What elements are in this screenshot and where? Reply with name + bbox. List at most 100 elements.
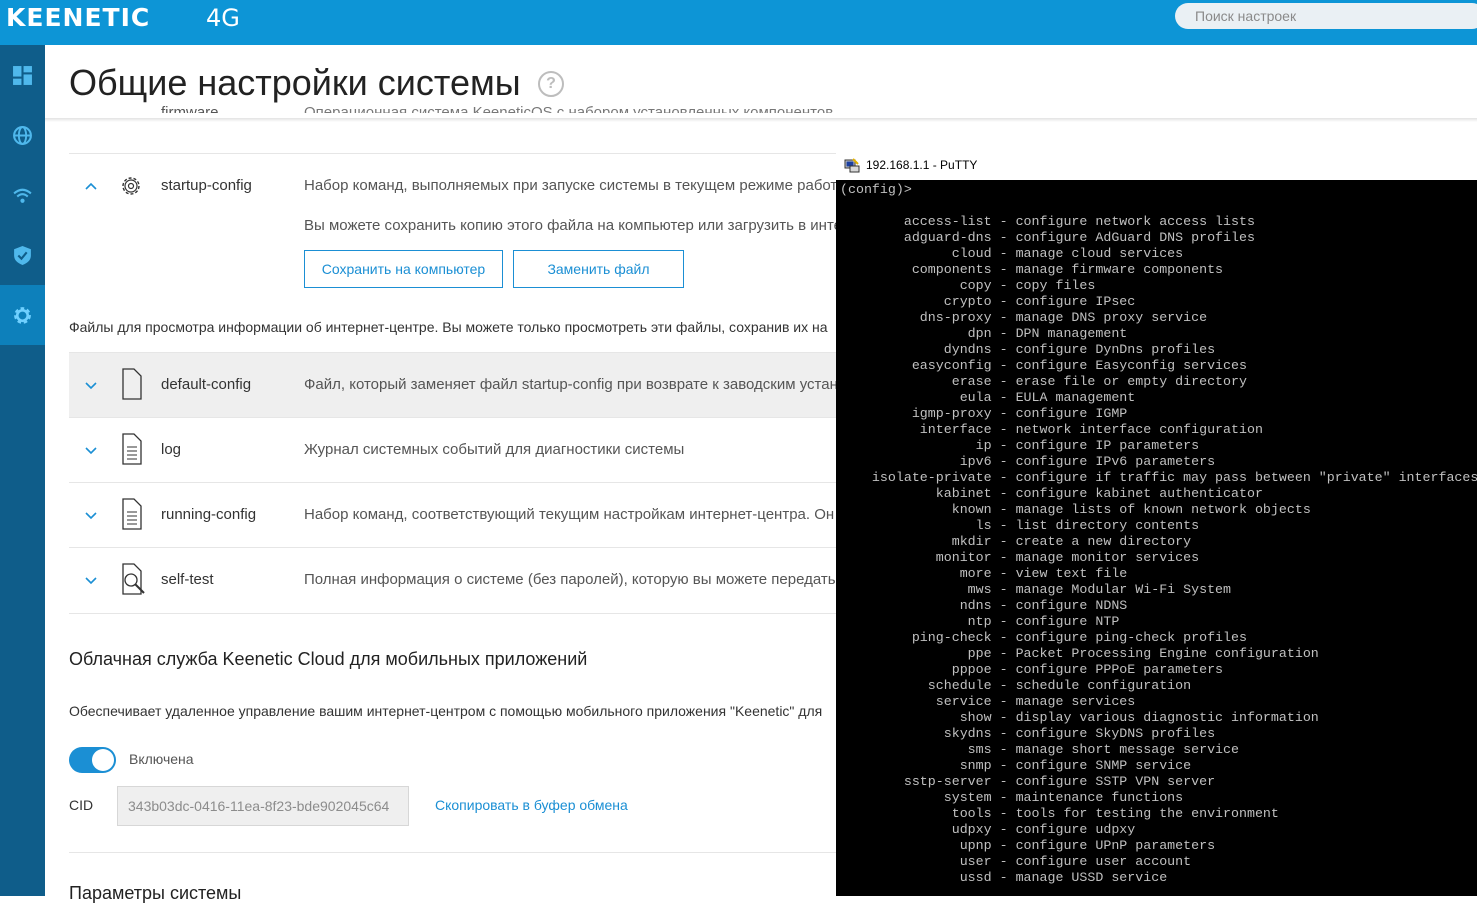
sidebar-item-wifi[interactable] <box>0 165 45 225</box>
terminal-command-desc: configure IGMP <box>1015 406 1128 421</box>
file-desc: Файл, который заменяет файл startup-conf… <box>304 376 836 393</box>
terminal-command: igmp-proxy <box>840 406 992 421</box>
toggle-knob <box>92 749 114 771</box>
putty-window[interactable]: 192.168.1.1 - PuTTY (config)> access-lis… <box>836 150 1477 896</box>
putty-titlebar[interactable]: 192.168.1.1 - PuTTY <box>836 150 1477 180</box>
file-desc: Набор команд, соответствующий текущим на… <box>304 506 836 523</box>
terminal-command: schedule <box>840 678 992 693</box>
terminal-command: show <box>840 710 992 725</box>
replace-file-button[interactable]: Заменить файл <box>513 250 684 288</box>
terminal-command-desc: configure network access lists <box>1015 214 1255 229</box>
terminal-line: interface - network interface configurat… <box>840 422 1263 437</box>
terminal-command-desc: configure SSTP VPN server <box>1015 774 1216 789</box>
chevron-down-icon[interactable] <box>83 377 99 393</box>
search-input[interactable] <box>1175 3 1477 29</box>
terminal-command-desc: configure if traffic may pass between "p… <box>1015 470 1477 485</box>
files-info-text: Файлы для просмотра информации об интерн… <box>69 319 828 335</box>
terminal-command-desc: configure SkyDNS profiles <box>1015 726 1216 741</box>
terminal-line: access-list - configure network access l… <box>840 214 1255 229</box>
file-name[interactable]: running-config <box>161 506 256 523</box>
terminal-command: mkdir <box>840 534 992 549</box>
model-label: 4G <box>206 4 240 32</box>
terminal-command-desc: manage DNS proxy service <box>1015 310 1208 325</box>
terminal-command: ntp <box>840 614 992 629</box>
terminal-command: ls <box>840 518 992 533</box>
chevron-down-icon[interactable] <box>83 572 99 588</box>
terminal-command: ip <box>840 438 992 453</box>
file-row-default-config[interactable]: default-config Файл, который заменяет фа… <box>69 352 836 417</box>
file-desc: Набор команд, выполняемых при запуске си… <box>304 177 836 194</box>
terminal-line: show - display various diagnostic inform… <box>840 710 1319 725</box>
terminal-line: ussd - manage USSD service <box>840 870 1168 885</box>
terminal-command: user <box>840 854 992 869</box>
cid-label: CID <box>69 797 94 813</box>
terminal-command: sms <box>840 742 992 757</box>
file-row-startup-config: startup-config Набор команд, выполняемых… <box>69 153 836 300</box>
terminal-line: igmp-proxy - configure IGMP <box>840 406 1128 421</box>
terminal-command: crypto <box>840 294 992 309</box>
toggle-label: Включена <box>129 751 194 767</box>
terminal-line: tools - tools for testing the environmen… <box>840 806 1279 821</box>
keenetic-logo[interactable]: KEENETIC <box>6 3 150 32</box>
terminal-command: components <box>840 262 992 277</box>
terminal-line: ipv6 - configure IPv6 parameters <box>840 454 1216 469</box>
terminal-line: cloud - manage cloud services <box>840 246 1184 261</box>
terminal-command-desc: configure Easyconfig services <box>1015 358 1247 373</box>
terminal-command: ipv6 <box>840 454 992 469</box>
cid-field[interactable] <box>117 786 409 826</box>
terminal-command-desc: erase file or empty directory <box>1015 374 1247 389</box>
terminal-command: udpxy <box>840 822 992 837</box>
file-row-self-test[interactable]: self-test Полная информация о системе (б… <box>69 547 836 614</box>
terminal-line: dyndns - configure DynDns profiles <box>840 342 1216 357</box>
sidebar <box>0 45 45 896</box>
file-name[interactable]: log <box>161 441 181 458</box>
terminal-line: ntp - configure NTP <box>840 614 1120 629</box>
file-name[interactable]: default-config <box>161 376 251 393</box>
file-row-running-config[interactable]: running-config Набор команд, соответству… <box>69 482 836 547</box>
terminal-command: more <box>840 566 992 581</box>
save-to-computer-button[interactable]: Сохранить на компьютер <box>304 250 503 288</box>
shield-icon <box>14 245 31 265</box>
chevron-down-icon[interactable] <box>83 442 99 458</box>
file-name[interactable]: startup-config <box>161 177 252 194</box>
terminal-command-desc: manage Modular Wi-Fi System <box>1015 582 1232 597</box>
terminal-command-desc: configure SNMP service <box>1015 758 1192 773</box>
terminal-line: components - manage firmware components <box>840 262 1224 277</box>
putty-title: 192.168.1.1 - PuTTY <box>866 158 978 172</box>
file-note: Вы можете сохранить копию этого файла на… <box>304 217 836 234</box>
terminal-command-desc: EULA management <box>1015 390 1136 405</box>
terminal-command: mws <box>840 582 992 597</box>
terminal-line: dns-proxy - manage DNS proxy service <box>840 310 1208 325</box>
terminal-command: ndns <box>840 598 992 613</box>
terminal-command: ussd <box>840 870 992 885</box>
terminal-command: erase <box>840 374 992 389</box>
help-icon[interactable]: ? <box>538 71 564 97</box>
terminal-command-desc: tools for testing the environment <box>1015 806 1279 821</box>
file-desc: Журнал системных событий для диагностики… <box>304 441 685 458</box>
sidebar-item-settings[interactable] <box>0 285 45 345</box>
terminal-command-desc: manage services <box>1015 694 1136 709</box>
file-row-log[interactable]: log Журнал системных событий для диагнос… <box>69 417 836 482</box>
chevron-down-icon[interactable] <box>83 507 99 523</box>
cloud-toggle[interactable] <box>69 747 116 773</box>
terminal-command-desc: configure user account <box>1015 854 1192 869</box>
terminal-line: crypto - configure IPsec <box>840 294 1136 309</box>
sidebar-item-internet[interactable] <box>0 105 45 165</box>
file-name[interactable]: self-test <box>161 571 214 588</box>
terminal-command-desc: schedule configuration <box>1015 678 1192 693</box>
terminal-output[interactable]: (config)> access-list - configure networ… <box>840 182 1477 886</box>
terminal-command-desc: display various diagnostic information <box>1015 710 1319 725</box>
dashboard-icon <box>13 65 32 85</box>
chevron-up-icon[interactable] <box>83 178 99 194</box>
terminal-command-desc: configure NTP <box>1015 614 1120 629</box>
sidebar-item-security[interactable] <box>0 225 45 285</box>
terminal-line: pppoe - configure PPPoE parameters <box>840 662 1224 677</box>
sidebar-item-dashboard[interactable] <box>0 45 45 105</box>
terminal-command-desc: network interface configuration <box>1015 422 1263 437</box>
terminal-line: dpn - DPN management <box>840 326 1128 341</box>
copy-to-clipboard-link[interactable]: Скопировать в буфер обмена <box>435 797 628 813</box>
terminal-command: access-list <box>840 214 992 229</box>
wifi-icon <box>13 188 32 203</box>
terminal-line: ndns - configure NDNS <box>840 598 1128 613</box>
diagnostic-file-icon <box>122 563 145 595</box>
